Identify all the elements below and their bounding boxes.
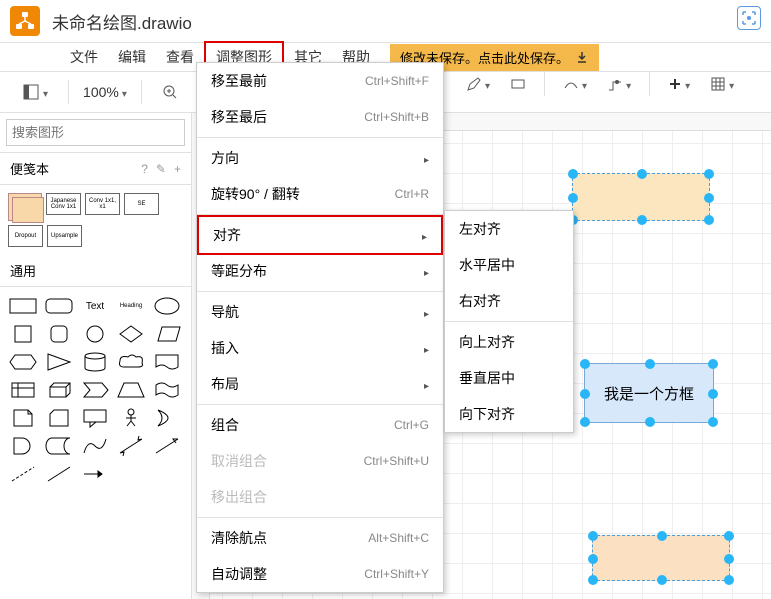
dropdown-item[interactable]: 移至最后Ctrl+Shift+B (197, 99, 443, 135)
shape-curve[interactable] (80, 435, 110, 457)
waypoint-button[interactable] (601, 72, 637, 96)
shape-circle[interactable] (80, 323, 110, 345)
menu-file[interactable]: 文件 (60, 43, 108, 71)
submenu-item[interactable]: 左对齐 (445, 211, 573, 247)
shape-thumb[interactable]: SE (124, 193, 159, 215)
scratchpad-header[interactable]: 便笺本 ? ✎ + (0, 153, 191, 185)
shape-arrow[interactable] (152, 435, 182, 457)
dropdown-item[interactable]: 自动调整Ctrl+Shift+Y (197, 556, 443, 592)
add-icon[interactable]: + (174, 162, 181, 176)
dropdown-item[interactable]: 清除航点Alt+Shift+C (197, 520, 443, 556)
dropdown-item[interactable]: 布局 (197, 366, 443, 402)
shape-roundrect[interactable] (44, 295, 74, 317)
general-section-header[interactable]: 通用 (0, 255, 191, 287)
dropdown-item[interactable]: 方向 (197, 140, 443, 176)
insert-button[interactable] (662, 73, 696, 96)
dropdown-item[interactable]: 移至最前Ctrl+Shift+F (197, 63, 443, 99)
shape-internal[interactable] (8, 379, 38, 401)
edit-icon[interactable]: ✎ (156, 162, 166, 176)
app-logo (10, 6, 40, 36)
submenu-item[interactable]: 水平居中 (445, 247, 573, 283)
search-input[interactable] (6, 119, 185, 146)
pencil-button[interactable] (460, 72, 496, 96)
submenu-item[interactable]: 向下对齐 (445, 396, 573, 432)
chevron-down-icon (122, 84, 127, 100)
shape-square[interactable] (8, 323, 38, 345)
shape-thumb[interactable]: Upsample (47, 225, 82, 247)
shape-datastore[interactable] (44, 435, 74, 457)
dropdown-item[interactable]: 组合Ctrl+G (197, 407, 443, 443)
shape-thumb[interactable]: Japanese Conv 1x1 (46, 193, 81, 215)
shape-diamond[interactable] (116, 323, 146, 345)
shape-or[interactable] (152, 407, 182, 429)
arrange-dropdown: 移至最前Ctrl+Shift+F移至最后Ctrl+Shift+B 方向旋转90° … (196, 62, 444, 593)
sidebar: 便笺本 ? ✎ + Japanese Conv 1x1 Conv 1x1, x1… (0, 113, 192, 599)
scratchpad-shapes: Japanese Conv 1x1 Conv 1x1, x1 SE Dropou… (0, 185, 191, 255)
shape-dirarrow[interactable] (80, 463, 110, 485)
shape-biarrow[interactable] (116, 435, 146, 457)
shape-callout[interactable] (80, 407, 110, 429)
shape-card[interactable] (44, 407, 74, 429)
help-icon[interactable]: ? (141, 162, 148, 176)
dropdown-item[interactable]: 插入 (197, 330, 443, 366)
shape-cube[interactable] (44, 379, 74, 401)
shape-triangle[interactable] (44, 351, 74, 373)
shape-line[interactable] (44, 463, 74, 485)
shape-ellipse[interactable] (152, 295, 182, 317)
shape-hexagon[interactable] (8, 351, 38, 373)
canvas-shape-3[interactable] (592, 535, 730, 581)
shape-thumb[interactable]: Dropout (8, 225, 43, 247)
dropdown-item[interactable]: 对齐 (197, 215, 443, 255)
shape-step[interactable] (80, 379, 110, 401)
shape-cylinder[interactable] (80, 351, 110, 373)
zoom-level[interactable]: 100% (83, 84, 127, 100)
shape-rect[interactable] (8, 295, 38, 317)
shape-thumb[interactable]: Conv 1x1, x1 (85, 193, 120, 215)
connector-button[interactable] (557, 72, 593, 96)
shape-dashline[interactable] (8, 463, 38, 485)
dropdown-item[interactable]: 等距分布 (197, 253, 443, 289)
submenu-item[interactable]: 垂直居中 (445, 360, 573, 396)
table-button[interactable] (704, 72, 740, 96)
general-shapes: Text Heading (0, 287, 191, 493)
canvas-shape-2[interactable]: 我是一个方框 (584, 363, 714, 423)
dropdown-item[interactable]: 旋转90° / 翻转Ctrl+R (197, 176, 443, 212)
shape-actor[interactable] (116, 407, 146, 429)
dropdown-item: 移出组合 (197, 479, 443, 515)
shape-text[interactable]: Text (80, 295, 110, 317)
box-button[interactable] (504, 72, 532, 96)
dropdown-item: 取消组合Ctrl+Shift+U (197, 443, 443, 479)
shape-trapezoid[interactable] (116, 379, 146, 401)
align-submenu: 左对齐水平居中右对齐向上对齐垂直居中向下对齐 (444, 210, 574, 433)
shape-note[interactable] (8, 407, 38, 429)
canvas-shape-1[interactable] (572, 173, 710, 221)
submenu-item[interactable]: 向上对齐 (445, 324, 573, 360)
shape-document[interactable] (152, 351, 182, 373)
shape-heading[interactable]: Heading (116, 295, 146, 317)
scan-icon[interactable] (737, 6, 761, 30)
sidebar-toggle-button[interactable] (16, 79, 54, 105)
shape-tape[interactable] (152, 379, 182, 401)
download-icon (575, 50, 589, 64)
zoom-in-button[interactable] (156, 80, 184, 104)
menu-edit[interactable]: 编辑 (108, 43, 156, 71)
chevron-down-icon (43, 85, 48, 100)
shape-cloud[interactable] (116, 351, 146, 373)
shape-roundsquare[interactable] (44, 323, 74, 345)
dropdown-item[interactable]: 导航 (197, 294, 443, 330)
shape-thumb[interactable] (8, 193, 42, 221)
submenu-item[interactable]: 右对齐 (445, 283, 573, 319)
shape-parallelogram[interactable] (152, 323, 182, 345)
document-title[interactable]: 未命名绘图.drawio (52, 9, 192, 34)
shape-and[interactable] (8, 435, 38, 457)
